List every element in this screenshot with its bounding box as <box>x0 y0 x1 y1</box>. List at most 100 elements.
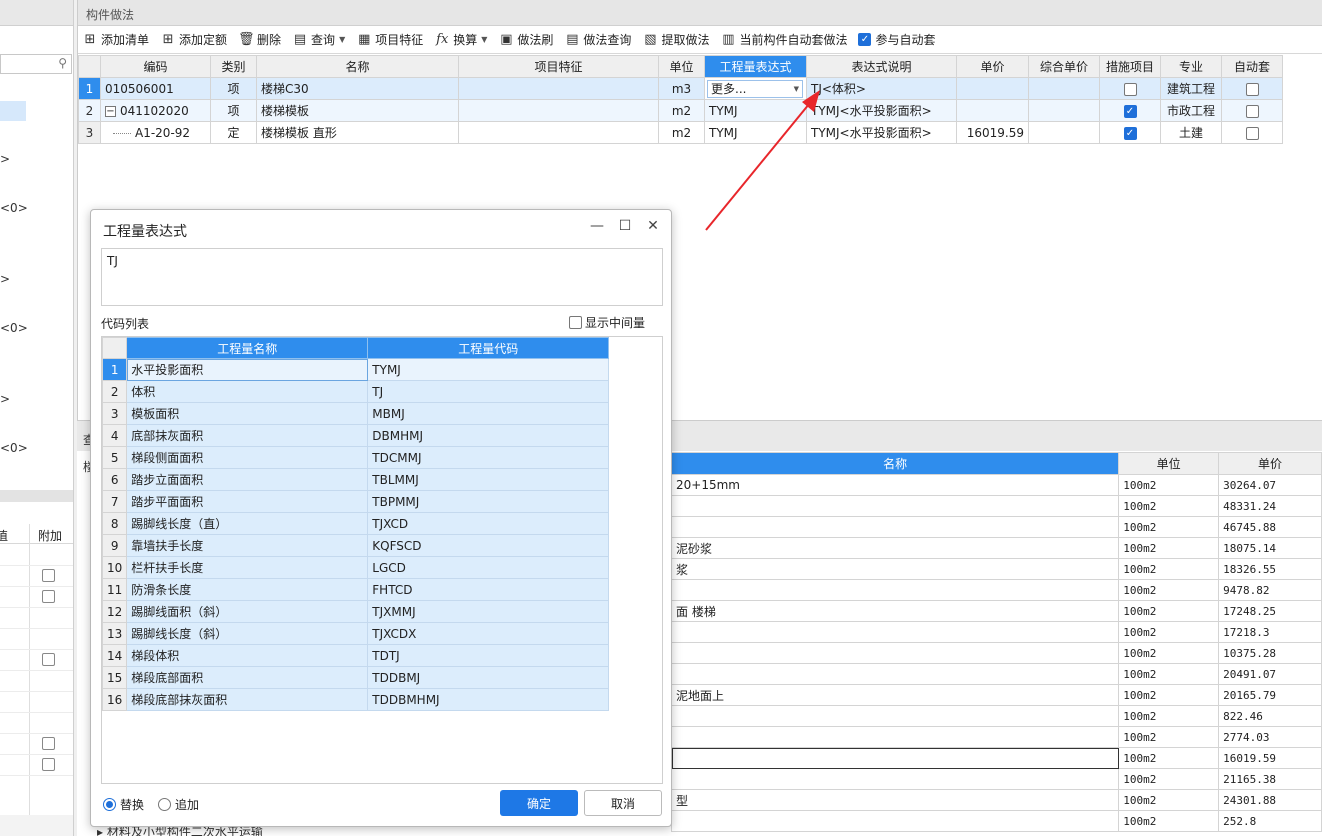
table-row[interactable]: 1 010506001 项 楼梯C30 m3 更多... ▼ TJ<体积> 建筑工… <box>78 77 1283 100</box>
quota-name-cell[interactable] <box>670 663 1120 685</box>
quota-row[interactable]: 100m2 17218.3 <box>670 621 1322 643</box>
quota-unit-cell[interactable]: 100m2 <box>1118 495 1220 517</box>
measure-checkbox[interactable] <box>1123 82 1137 96</box>
row-number[interactable]: 10 <box>101 556 128 579</box>
code-row[interactable]: 2 体积 TJ <box>101 380 610 403</box>
extra-checkbox[interactable] <box>42 653 55 666</box>
quota-unit-cell[interactable]: 100m2 <box>1118 747 1220 769</box>
qty-name-cell[interactable]: 模板面积 <box>126 402 369 425</box>
qty-name-cell[interactable]: 底部抹灰面积 <box>126 424 369 447</box>
convert-button[interactable]: fx 换算 ▼ <box>434 31 487 48</box>
quota-price-cell[interactable]: 30264.07 <box>1218 474 1322 496</box>
extract-method-button[interactable]: ▧ 提取做法 <box>642 31 709 48</box>
feature-cell[interactable] <box>458 99 659 122</box>
quota-row[interactable]: 100m2 21165.38 <box>670 768 1322 790</box>
qty-code-cell[interactable]: MBMJ <box>367 402 610 425</box>
quota-price-cell[interactable]: 252.8 <box>1218 810 1322 832</box>
show-intermediate-checkbox[interactable]: 显示中间量 <box>569 314 645 331</box>
add-quota-button[interactable]: ⊞ 添加定额 <box>160 31 227 48</box>
row-number[interactable]: 4 <box>101 424 128 447</box>
auto-checkbox[interactable] <box>1245 82 1259 96</box>
qty-name-cell[interactable]: 防滑条长度 <box>126 578 369 601</box>
append-radio[interactable]: 追加 <box>158 796 199 813</box>
code-row[interactable]: 10 栏杆扶手长度 LGCD <box>101 556 610 579</box>
left-search-input[interactable]: ⚲ <box>0 54 72 74</box>
qty-code-cell[interactable]: TYMJ <box>367 358 610 381</box>
method-brush-button[interactable]: ▣ 做法刷 <box>498 31 553 48</box>
quota-price-cell[interactable]: 822.46 <box>1218 705 1322 727</box>
delete-button[interactable]: 🗑 删除 <box>238 31 281 48</box>
quota-name-cell[interactable] <box>670 579 1120 601</box>
quota-unit-cell[interactable]: 100m2 <box>1118 726 1220 748</box>
comp-price-cell[interactable] <box>1028 99 1100 122</box>
quota-row[interactable]: 泥地面上 100m2 20165.79 <box>670 684 1322 706</box>
col-header[interactable]: 表达式说明 <box>806 55 957 78</box>
qty-code-cell[interactable]: TJ <box>367 380 610 403</box>
auto-checkbox[interactable] <box>1245 126 1259 140</box>
query-button[interactable]: ▤ 查询 ▼ <box>292 31 345 48</box>
quota-row[interactable]: 100m2 252.8 <box>670 810 1322 832</box>
row-number[interactable]: 2 <box>101 380 128 403</box>
quota-row[interactable]: 100m2 10375.28 <box>670 642 1322 664</box>
cancel-button[interactable]: 取消 <box>584 790 662 816</box>
quota-price-cell[interactable]: 17248.25 <box>1218 600 1322 622</box>
row-number[interactable]: 9 <box>101 534 128 557</box>
comp-price-cell[interactable] <box>1028 77 1100 100</box>
quota-name-cell[interactable]: 型 <box>670 789 1120 811</box>
measure-cell[interactable]: ✓ <box>1099 99 1161 122</box>
quota-name-cell[interactable] <box>670 705 1120 727</box>
quota-row[interactable]: 面 楼梯 100m2 17248.25 <box>670 600 1322 622</box>
quota-name-cell[interactable] <box>670 495 1120 517</box>
left-selected-item[interactable] <box>0 101 26 121</box>
auto-cell[interactable] <box>1221 121 1283 144</box>
row-number[interactable]: 12 <box>101 600 128 623</box>
qty-code-cell[interactable]: TDCMMJ <box>367 446 610 469</box>
col-header[interactable]: 名称 <box>256 55 459 78</box>
radio-on[interactable] <box>103 798 116 811</box>
quota-price-cell[interactable]: 46745.88 <box>1218 516 1322 538</box>
type-cell[interactable]: 定 <box>210 121 257 144</box>
maximize-icon[interactable]: ☐ <box>616 218 634 234</box>
code-row[interactable]: 14 梯段体积 TDTJ <box>101 644 610 667</box>
quota-name-cell[interactable] <box>670 726 1120 748</box>
measure-cell[interactable] <box>1099 77 1161 100</box>
quota-name-cell[interactable]: 泥砂浆 <box>670 537 1120 559</box>
quota-unit-cell[interactable]: 100m2 <box>1118 789 1220 811</box>
quota-price-cell[interactable]: 2774.03 <box>1218 726 1322 748</box>
col-header[interactable]: 自动套 <box>1221 55 1283 78</box>
row-number[interactable]: 14 <box>101 644 128 667</box>
quota-price-cell[interactable]: 10375.28 <box>1218 642 1322 664</box>
auto-cell[interactable] <box>1221 77 1283 100</box>
row-number[interactable]: 3 <box>101 402 128 425</box>
major-cell[interactable]: 土建 <box>1160 121 1222 144</box>
quota-price-cell[interactable]: 9478.82 <box>1218 579 1322 601</box>
quota-price-cell[interactable]: 20165.79 <box>1218 684 1322 706</box>
col-header-qty-code[interactable]: 工程量代码 <box>367 337 610 359</box>
extra-checkbox[interactable] <box>42 569 55 582</box>
quota-price-cell[interactable]: 20491.07 <box>1218 663 1322 685</box>
major-cell[interactable]: 市政工程 <box>1160 99 1222 122</box>
quota-unit-cell[interactable]: 100m2 <box>1118 579 1220 601</box>
qty-code-cell[interactable]: TJXCDX <box>367 622 610 645</box>
qty-code-cell[interactable]: DBMHMJ <box>367 424 610 447</box>
extra-checkbox[interactable] <box>42 737 55 750</box>
col-header[interactable]: 类别 <box>210 55 257 78</box>
quota-unit-cell[interactable]: 100m2 <box>1118 474 1220 496</box>
qty-code-cell[interactable]: LGCD <box>367 556 610 579</box>
quota-unit-cell[interactable]: 100m2 <box>1118 705 1220 727</box>
quota-name-cell[interactable] <box>670 642 1120 664</box>
quota-row[interactable]: 100m2 9478.82 <box>670 579 1322 601</box>
code-cell[interactable]: 010506001 <box>100 77 211 100</box>
qty-code-cell[interactable]: TDDBMJ <box>367 666 610 689</box>
measure-checkbox[interactable]: ✓ <box>1123 104 1137 118</box>
quota-name-cell[interactable] <box>670 621 1120 643</box>
close-icon[interactable]: ✕ <box>644 218 662 234</box>
qty-name-cell[interactable]: 梯段底部抹灰面积 <box>126 688 369 711</box>
name-cell[interactable]: 楼梯模板 <box>256 99 459 122</box>
quota-row[interactable]: 100m2 822.46 <box>670 705 1322 727</box>
code-row[interactable]: 12 踢脚线面积（斜） TJXMMJ <box>101 600 610 623</box>
qty-name-cell[interactable]: 靠墙扶手长度 <box>126 534 369 557</box>
quota-name-cell[interactable] <box>670 516 1120 538</box>
ok-button[interactable]: 确定 <box>500 790 578 816</box>
qty-name-cell[interactable]: 踏步立面面积 <box>126 468 369 491</box>
